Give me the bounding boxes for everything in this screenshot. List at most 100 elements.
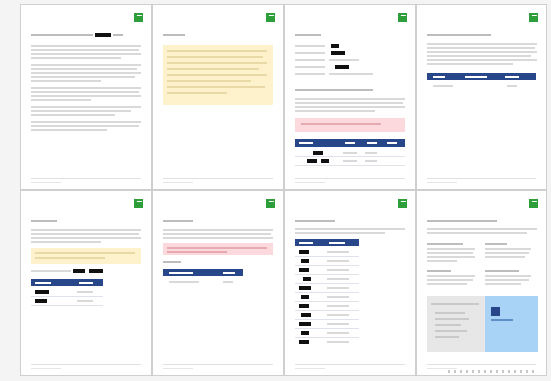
redaction-bar <box>95 33 111 37</box>
text-line <box>223 272 235 274</box>
text-line <box>387 142 397 144</box>
text-line <box>427 252 473 254</box>
table-cell <box>77 291 93 293</box>
page-thumbnail-3[interactable] <box>284 4 416 190</box>
text-line <box>167 92 227 94</box>
text-line <box>299 242 313 244</box>
text-line <box>31 229 141 231</box>
logo-icon <box>529 199 538 208</box>
text-line <box>163 233 271 235</box>
text-line <box>31 106 141 108</box>
heading-line <box>295 89 373 91</box>
text-line <box>167 80 251 82</box>
redaction-bar <box>299 268 309 272</box>
page-thumbnail-2[interactable] <box>152 4 284 190</box>
text-line <box>465 76 487 78</box>
text-line <box>301 123 381 125</box>
table-rule <box>295 310 359 311</box>
subheading-line <box>427 243 463 245</box>
page-thumbnail-5[interactable] <box>20 190 152 376</box>
table-cell <box>77 300 93 302</box>
redaction-bar <box>299 322 311 326</box>
text-line <box>295 228 405 230</box>
page-footer <box>163 368 193 369</box>
page-footer <box>295 368 325 369</box>
text-line <box>31 110 131 112</box>
heading-line <box>295 34 321 36</box>
text-line <box>435 318 469 320</box>
page-thumbnail-7[interactable] <box>284 190 416 376</box>
text-line <box>295 106 405 108</box>
page-thumbnail-8[interactable] <box>416 190 547 376</box>
field-value <box>329 59 359 61</box>
text-line <box>167 56 263 58</box>
text-line <box>485 279 529 281</box>
logo-icon <box>398 199 407 208</box>
redaction-bar <box>301 331 309 335</box>
redaction-bar <box>299 304 309 308</box>
note-box <box>31 248 141 264</box>
text-line <box>427 279 473 281</box>
redaction-bar <box>301 259 309 263</box>
redaction-bar <box>301 295 309 299</box>
table-cell <box>169 281 199 283</box>
page-footer <box>295 182 325 183</box>
text-line <box>163 237 273 239</box>
text-line <box>31 91 139 93</box>
redaction-bar <box>321 159 329 163</box>
text-line <box>435 330 467 332</box>
table-rule <box>295 337 359 338</box>
heading-line <box>163 261 181 263</box>
text-line <box>35 257 105 259</box>
table-cell <box>507 85 517 87</box>
subheading-line <box>485 243 507 245</box>
text-line <box>31 125 139 127</box>
page-thumbnail-1[interactable] <box>20 4 152 190</box>
text-line <box>31 57 121 59</box>
table-rule <box>295 165 405 166</box>
page-footer <box>163 178 273 179</box>
text-line <box>31 53 141 55</box>
text-line <box>31 121 141 123</box>
text-line <box>295 232 385 234</box>
table-rule <box>295 292 359 293</box>
text-line <box>31 76 135 78</box>
logo-icon <box>398 13 407 22</box>
text-line <box>31 95 141 97</box>
page-footer <box>31 182 61 183</box>
page-footer <box>163 364 273 365</box>
table-cell <box>327 296 349 298</box>
table-cell <box>327 260 349 262</box>
table-rule <box>295 256 359 257</box>
heading-line <box>427 220 497 222</box>
page-thumbnail-6[interactable] <box>152 190 284 376</box>
redaction-bar <box>307 159 317 163</box>
text-line <box>427 47 535 49</box>
page-footer <box>295 364 405 365</box>
text-line <box>427 43 537 45</box>
heading-line <box>295 220 335 222</box>
text-line <box>427 59 537 61</box>
table-cell <box>433 85 453 87</box>
text-line <box>435 336 459 338</box>
field-value <box>329 73 373 75</box>
page-footer <box>427 178 536 179</box>
page-footer <box>427 182 457 183</box>
text-line <box>31 270 71 272</box>
table-rule <box>31 305 103 306</box>
table-cell <box>327 278 349 280</box>
page-thumbnail-4[interactable] <box>416 4 547 190</box>
page-footer <box>31 178 141 179</box>
table-cell <box>327 251 349 253</box>
text-line <box>485 256 525 258</box>
table-rule <box>295 283 359 284</box>
text-line <box>167 86 265 88</box>
redaction-bar <box>335 65 349 69</box>
table-rule <box>295 265 359 266</box>
text-line <box>505 76 519 78</box>
table-cell <box>327 314 349 316</box>
redaction-bar <box>89 269 103 273</box>
text-line <box>167 62 267 64</box>
text-line <box>167 251 227 253</box>
text-line <box>31 114 115 116</box>
